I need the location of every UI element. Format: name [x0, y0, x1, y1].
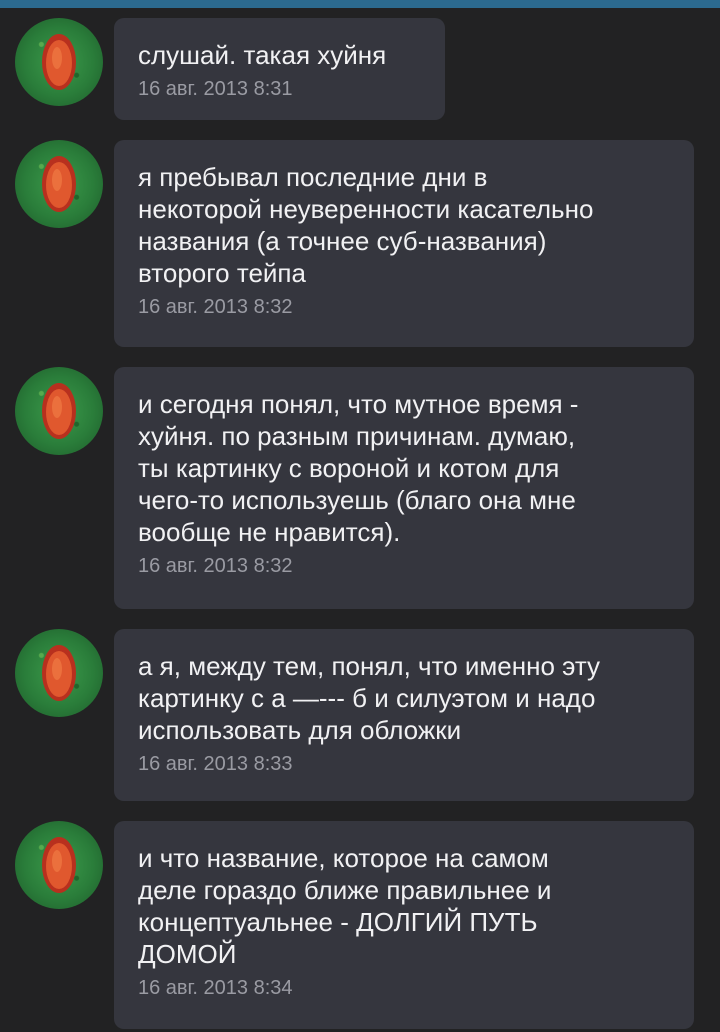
- message-timestamp: 16 авг. 2013 8:31: [138, 78, 293, 100]
- avatar[interactable]: [15, 629, 103, 717]
- avatar-icon: [42, 156, 76, 212]
- message-text: я пребывал последние дни в некоторой неу…: [138, 162, 594, 288]
- message-timestamp: 16 авг. 2013 8:32: [138, 555, 293, 577]
- avatar-icon: [42, 383, 76, 439]
- message-text: слушай. такая хуйня: [138, 40, 387, 70]
- message-timestamp: 16 авг. 2013 8:34: [138, 977, 293, 999]
- avatar-icon: [42, 645, 76, 701]
- avatar-icon: [42, 34, 76, 90]
- avatar[interactable]: [15, 18, 103, 106]
- message-bubble: а я, между тем, понял, что именно эту ка…: [114, 629, 694, 801]
- message-bubble: я пребывал последние дни в некоторой неу…: [114, 140, 694, 347]
- message-timestamp: 16 авг. 2013 8:33: [138, 753, 293, 775]
- top-status-bar: [0, 0, 720, 8]
- message-bubble: и что название, которое на самом деле го…: [114, 821, 694, 1029]
- message-text: а я, между тем, понял, что именно эту ка…: [138, 651, 601, 745]
- avatar[interactable]: [15, 140, 103, 228]
- message-timestamp: 16 авг. 2013 8:32: [138, 296, 293, 318]
- message-text: и сегодня понял, что мутное время - хуйн…: [138, 389, 579, 547]
- avatar[interactable]: [15, 367, 103, 455]
- avatar[interactable]: [15, 821, 103, 909]
- message-bubble: и сегодня понял, что мутное время - хуйн…: [114, 367, 694, 609]
- avatar-icon: [42, 837, 76, 893]
- message-bubble: слушай. такая хуйня 16 авг. 2013 8:31: [114, 18, 445, 120]
- message-text: и что название, которое на самом деле го…: [138, 843, 552, 969]
